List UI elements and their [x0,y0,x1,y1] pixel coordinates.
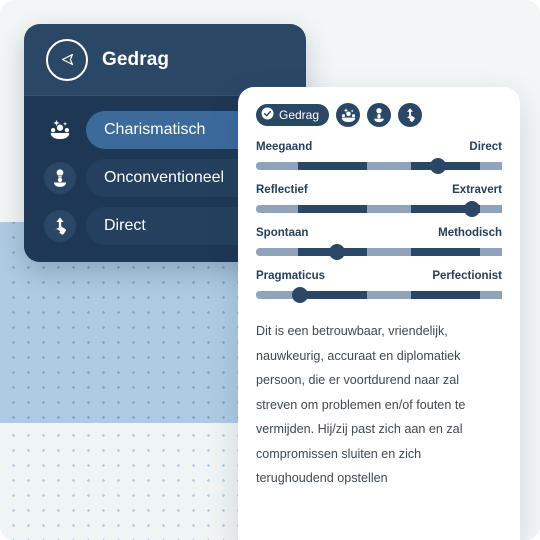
arrow-up-hand-icon[interactable] [398,103,423,127]
track-segment [410,248,480,256]
check-circle-icon [261,107,274,123]
behavior-description: Dit is een betrouwbaar, vriendelijk, nau… [256,324,466,486]
lightbulb-person-icon [44,162,76,194]
behavior-detail-card: Gedrag Meegaand Direct Reflectief Extrav… [238,87,520,540]
slider-labels: Spontaan Methodisch [256,227,502,239]
app-canvas: Gedrag Charismatisch Onconventioneel Dir… [0,0,540,540]
arrow-up-hand-icon [44,210,76,242]
slider-left-label: Meegaand [256,141,313,153]
slider-right-label: Direct [469,141,502,153]
slider-labels: Meegaand Direct [256,141,502,153]
track-segment [366,291,411,299]
slider-right-label: Methodisch [438,227,502,239]
page-title: Gedrag [102,48,170,70]
lightbulb-person-icon[interactable] [367,103,392,127]
chip-label: Gedrag [279,108,320,122]
track-segment [366,248,411,256]
paper-plane-left-icon [46,38,88,81]
track-segment [479,205,502,213]
decorative-dot-pattern-light [0,423,238,540]
track-segment [410,291,480,299]
slider-left-label: Reflectief [256,184,308,196]
track-segment [297,205,367,213]
slider-pragmaticus-perfectionist: Pragmaticus Perfectionist [256,270,502,303]
slider-right-label: Perfectionist [432,270,502,282]
track-segment [366,205,411,213]
track-segment [256,248,298,256]
sparkle-group-icon[interactable] [336,103,361,127]
track-segment [479,162,502,170]
category-chip-row: Gedrag [256,103,502,127]
slider-handle[interactable] [430,158,447,174]
slider-left-label: Pragmaticus [256,270,326,282]
track-segment [479,248,502,256]
slider-spontaan-methodisch: Spontaan Methodisch [256,227,502,260]
track-segment [366,162,411,170]
track-segment [479,291,502,299]
sparkle-group-icon [44,114,76,146]
slider-track[interactable] [256,244,502,260]
panel-header: Gedrag [24,24,306,96]
track-segment [256,162,298,170]
slider-meegaand-direct: Meegaand Direct [256,141,502,174]
slider-handle[interactable] [329,244,346,260]
slider-track[interactable] [256,287,502,303]
slider-track[interactable] [256,201,502,217]
slider-left-label: Spontaan [256,227,309,239]
slider-handle[interactable] [464,201,481,217]
track-segment [297,162,367,170]
slider-handle[interactable] [292,287,309,303]
slider-track[interactable] [256,158,502,174]
slider-right-label: Extravert [452,184,502,196]
track-segment [256,205,298,213]
slider-labels: Pragmaticus Perfectionist [256,270,502,282]
chip-gedrag[interactable]: Gedrag [256,104,330,126]
slider-reflectief-extravert: Reflectief Extravert [256,184,502,217]
slider-labels: Reflectief Extravert [256,184,502,196]
